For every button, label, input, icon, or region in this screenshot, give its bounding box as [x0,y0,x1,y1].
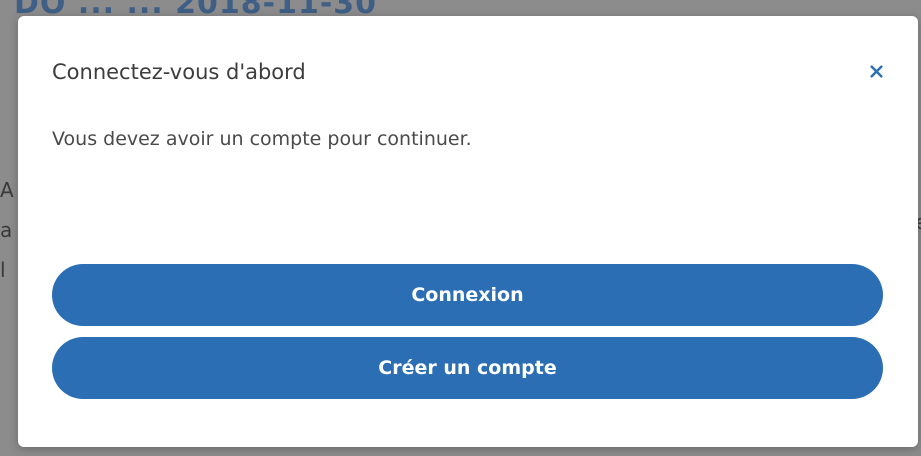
login-required-dialog: Connectez-vous d'abord Vous devez avoir … [18,16,918,447]
close-icon [869,63,883,82]
login-button[interactable]: Connexion [52,264,883,326]
background-left-text: Aail [0,178,14,282]
close-button[interactable] [864,60,888,84]
dialog-message: Vous devez avoir un compte pour continue… [52,128,472,150]
dialog-title: Connectez-vous d'abord [52,60,306,84]
create-account-button[interactable]: Créer un compte [52,337,883,399]
